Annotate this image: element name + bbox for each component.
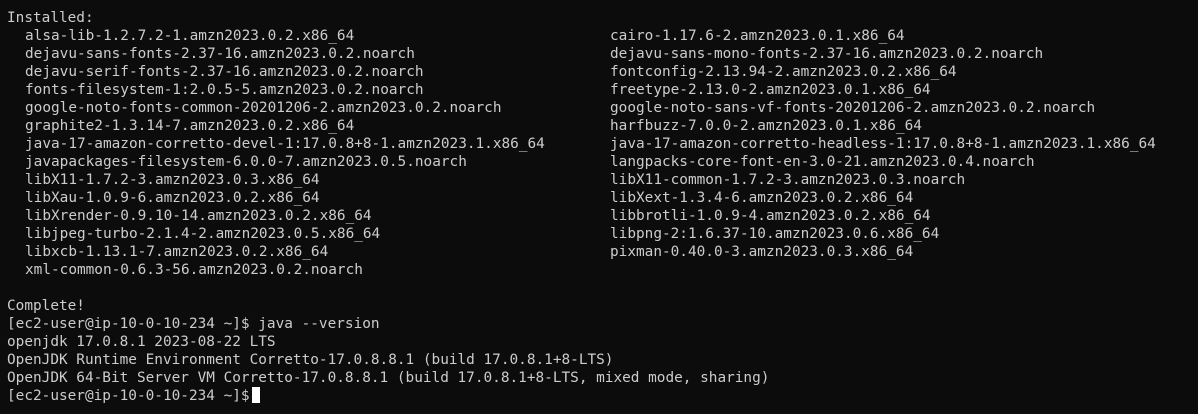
package-name: alsa-lib-1.2.7.2-1.amzn2023.0.2.x86_64 — [25, 28, 355, 44]
package-name: java-17-amazon-corretto-devel-1:17.0.8+8… — [25, 136, 545, 152]
package-name: google-noto-sans-vf-fonts-20201206-2.amz… — [610, 100, 1096, 116]
package-name: libX11-common-1.7.2-3.amzn2023.0.3.noarc… — [610, 172, 966, 188]
package-row: javapackages-filesystem-6.0.0-7.amzn2023… — [7, 153, 1198, 171]
installed-header: Installed: — [7, 10, 94, 26]
package-row: alsa-lib-1.2.7.2-1.amzn2023.0.2.x86_64 ca… — [7, 27, 1198, 45]
package-name: pixman-0.40.0-3.amzn2023.0.3.x86_64 — [610, 244, 914, 260]
package-row: graphite2-1.3.14-7.amzn2023.0.2.x86_64 ha… — [7, 117, 1198, 135]
package-row: dejavu-sans-fonts-2.37-16.amzn2023.0.2.n… — [7, 45, 1198, 63]
package-name: java-17-amazon-corretto-headless-1:17.0.… — [610, 136, 1156, 152]
package-row: libjpeg-turbo-2.1.4-2.amzn2023.0.5.x86_6… — [7, 225, 1198, 243]
package-row: libXau-1.0.9-6.amzn2023.0.2.x86_64 libXex… — [7, 189, 1198, 207]
output-line: OpenJDK 64-Bit Server VM Corretto-17.0.8… — [7, 370, 770, 386]
package-row: xml-common-0.6.3-56.amzn2023.0.2.noarch — [7, 261, 1198, 279]
text-cursor[interactable] — [251, 387, 260, 403]
package-name: libXau-1.0.9-6.amzn2023.0.2.x86_64 — [25, 190, 320, 206]
package-row: google-noto-fonts-common-20201206-2.amzn… — [7, 99, 1198, 117]
complete-message: Complete! — [7, 298, 85, 314]
package-name: google-noto-fonts-common-20201206-2.amzn… — [25, 100, 502, 116]
command-text: java --version — [258, 316, 380, 332]
package-name: libXext-1.3.4-6.amzn2023.0.2.x86_64 — [610, 190, 914, 206]
package-name: fonts-filesystem-1:2.0.5-5.amzn2023.0.2.… — [25, 82, 424, 98]
package-name: harfbuzz-7.0.0-2.amzn2023.0.1.x86_64 — [610, 118, 922, 134]
package-row: fonts-filesystem-1:2.0.5-5.amzn2023.0.2.… — [7, 81, 1198, 99]
package-name: dejavu-serif-fonts-2.37-16.amzn2023.0.2.… — [25, 64, 424, 80]
package-row: java-17-amazon-corretto-devel-1:17.0.8+8… — [7, 135, 1198, 153]
input-line[interactable]: [ec2-user@ip-10-0-10-234 ~]$ — [7, 387, 1198, 405]
package-name: libpng-2:1.6.37-10.amzn2023.0.6.x86_64 — [610, 226, 940, 242]
package-row: libXrender-0.9.10-14.amzn2023.0.2.x86_64… — [7, 207, 1198, 225]
package-name: libxcb-1.13.1-7.amzn2023.0.2.x86_64 — [25, 244, 329, 260]
package-name: libjpeg-turbo-2.1.4-2.amzn2023.0.5.x86_6… — [25, 226, 381, 242]
terminal-window[interactable]: Installed: alsa-lib-1.2.7.2-1.amzn2023.0… — [0, 0, 1198, 414]
package-name: fontconfig-2.13.94-2.amzn2023.0.2.x86_64 — [610, 64, 957, 80]
package-name: javapackages-filesystem-6.0.0-7.amzn2023… — [25, 154, 467, 170]
package-name: dejavu-sans-mono-fonts-2.37-16.amzn2023.… — [610, 46, 1044, 62]
package-name: libXrender-0.9.10-14.amzn2023.0.2.x86_64 — [25, 208, 372, 224]
package-name: cairo-1.17.6-2.amzn2023.0.1.x86_64 — [610, 28, 905, 44]
output-line: OpenJDK Runtime Environment Corretto-17.… — [7, 352, 614, 368]
package-row: dejavu-serif-fonts-2.37-16.amzn2023.0.2.… — [7, 63, 1198, 81]
output-line: openjdk 17.0.8.1 2023-08-22 LTS — [7, 334, 276, 350]
package-name: langpacks-core-font-en-3.0-21.amzn2023.0… — [610, 154, 1035, 170]
package-name: freetype-2.13.0-2.amzn2023.0.1.x86_64 — [610, 82, 931, 98]
package-row: libxcb-1.13.1-7.amzn2023.0.2.x86_64 pixma… — [7, 243, 1198, 261]
package-name: xml-common-0.6.3-56.amzn2023.0.2.noarch — [25, 262, 363, 278]
package-row: libX11-1.7.2-3.amzn2023.0.3.x86_64 libX11… — [7, 171, 1198, 189]
command-line: [ec2-user@ip-10-0-10-234 ~]$ java --vers… — [7, 315, 1198, 333]
package-name: dejavu-sans-fonts-2.37-16.amzn2023.0.2.n… — [25, 46, 415, 62]
shell-prompt: [ec2-user@ip-10-0-10-234 ~]$ — [7, 388, 250, 404]
package-name: graphite2-1.3.14-7.amzn2023.0.2.x86_64 — [25, 118, 355, 134]
package-name: libX11-1.7.2-3.amzn2023.0.3.x86_64 — [25, 172, 320, 188]
package-name: libbrotli-1.0.9-4.amzn2023.0.2.x86_64 — [610, 208, 931, 224]
shell-prompt: [ec2-user@ip-10-0-10-234 ~]$ — [7, 316, 259, 332]
